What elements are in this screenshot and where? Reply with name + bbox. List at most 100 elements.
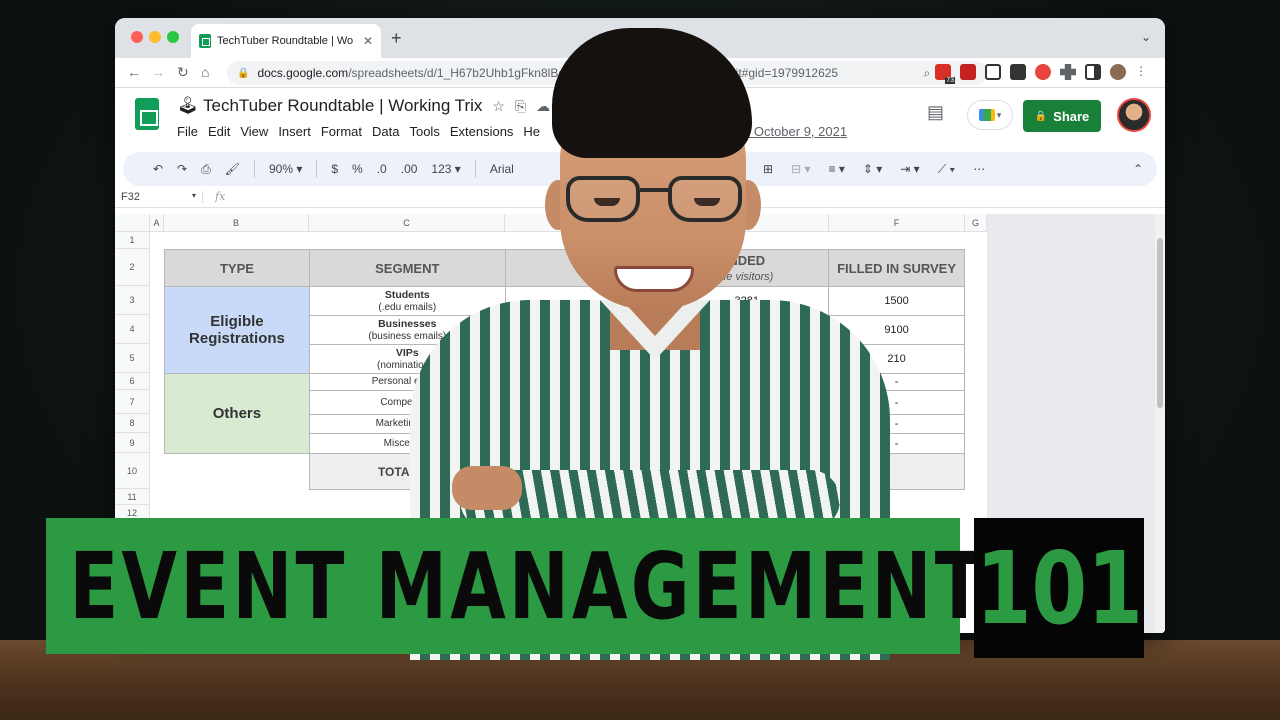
text-rotation-icon[interactable]: ⟋ ▾ [938, 162, 956, 177]
fx-icon: fx [203, 190, 225, 203]
document-title[interactable]: 🕹 TechTuber Roundtable | Working Trix [177, 96, 482, 116]
zoom-select[interactable]: 90% ▾ [269, 162, 302, 176]
move-folder-icon[interactable]: ⎘ [515, 98, 526, 115]
extension-notion-icon[interactable] [985, 64, 1001, 80]
segment-cell[interactable]: Students(.edu emails) [309, 287, 505, 316]
row-header[interactable]: 7 [115, 390, 150, 414]
lock-icon: 🔒 [1035, 111, 1047, 122]
cloud-saved-icon[interactable]: ☁ [536, 98, 550, 115]
menu-insert[interactable]: Insert [278, 124, 311, 139]
survey-cell[interactable]: 1500 [829, 287, 965, 316]
font-select[interactable]: Arial ▾ [490, 162, 570, 176]
share-button[interactable]: 🔒 Share [1023, 100, 1101, 132]
vertical-align-icon[interactable]: ⇕ ▾ [863, 162, 882, 177]
type-others-cell[interactable]: Others [165, 374, 310, 454]
meet-button[interactable]: ▾ [967, 100, 1013, 130]
comment-history-icon[interactable]: ▤ [927, 102, 944, 123]
row-header[interactable]: 10 [115, 453, 150, 489]
more-formats-select[interactable]: 123 ▾ [431, 162, 460, 176]
back-icon[interactable]: ← [127, 64, 141, 80]
menu-extensions[interactable]: Extensions [450, 124, 514, 139]
row-header[interactable]: 8 [115, 414, 150, 433]
forward-icon[interactable]: → [151, 64, 165, 80]
extension-red-icon[interactable]: 73 [935, 64, 951, 80]
tab-search-chevron-icon[interactable]: ⌄ [1141, 30, 1151, 44]
sheets-logo-icon[interactable] [135, 98, 159, 130]
maximize-window-button[interactable] [167, 31, 179, 43]
print-icon[interactable]: ⎙ [201, 162, 211, 177]
name-box[interactable]: F32▾ [115, 191, 203, 203]
sidebar-icon[interactable] [1085, 64, 1101, 80]
undo-icon[interactable]: ↶ [153, 162, 163, 176]
toolbar-divider [316, 160, 317, 178]
document-title-row: 🕹 TechTuber Roundtable | Working Trix ☆ … [177, 96, 550, 116]
column-header-b[interactable]: B [164, 214, 309, 232]
menu-format[interactable]: Format [321, 124, 362, 139]
row-header[interactable]: 6 [115, 373, 150, 390]
account-avatar[interactable] [1117, 98, 1151, 132]
row-header[interactable]: 9 [115, 433, 150, 453]
extension-dark-icon[interactable] [1010, 64, 1026, 80]
row-header[interactable]: 4 [115, 315, 150, 344]
banner-title: EVENT MANAGEMENT [46, 533, 987, 640]
menu-edit[interactable]: Edit [208, 124, 230, 139]
row-header[interactable]: 2 [115, 249, 150, 286]
redo-icon[interactable]: ↷ [177, 162, 187, 176]
type-eligible-cell[interactable]: Eligible Registrations [165, 287, 310, 374]
extension-record-icon[interactable] [1035, 64, 1051, 80]
merge-cells-icon[interactable]: ⊟ ▾ [791, 162, 810, 177]
header-survey[interactable]: FILLED IN SURVEY [829, 250, 965, 287]
header-segment[interactable]: SEGMENT [309, 250, 505, 287]
row-header[interactable]: 1 [115, 232, 150, 249]
scrollbar-thumb[interactable] [1157, 238, 1163, 408]
column-header-g[interactable]: G [965, 214, 987, 232]
chevron-down-icon: ▾ [997, 110, 1002, 121]
text-wrap-icon[interactable]: ⇥ ▾ [900, 162, 919, 177]
reload-icon[interactable]: ↻ [177, 64, 189, 81]
empty-cell [165, 454, 310, 490]
new-tab-button[interactable]: + [391, 28, 402, 49]
zoom-icon[interactable]: ⌕ [923, 66, 930, 81]
close-tab-icon[interactable]: ✕ [363, 34, 373, 48]
row-header[interactable]: 11 [115, 489, 150, 505]
profile-icon[interactable] [1110, 64, 1126, 80]
increase-decimal-button[interactable]: .00 [401, 162, 418, 176]
currency-format-button[interactable]: $ [331, 162, 338, 176]
close-window-button[interactable] [131, 31, 143, 43]
presenter-hand [452, 466, 522, 510]
more-tools-icon[interactable]: ⋯ [973, 162, 985, 177]
row-header[interactable]: 5 [115, 344, 150, 373]
menu-data[interactable]: Data [372, 124, 399, 139]
share-label: Share [1053, 109, 1089, 124]
extension-tb-icon[interactable] [960, 64, 976, 80]
borders-icon[interactable]: ⊞ [763, 162, 773, 177]
browser-menu-icon[interactable]: ⋮ [1135, 64, 1147, 80]
column-header-f[interactable]: F [829, 214, 965, 232]
last-edit-link[interactable]: n October 9, 2021 [743, 124, 847, 139]
tab-title: TechTuber Roundtable | Wo [217, 35, 357, 47]
decrease-decimal-button[interactable]: .0 [377, 162, 387, 176]
table-header-row: TYPE SEGMENT RE NDEDue visitors) FILLED … [165, 250, 965, 287]
column-header-a[interactable]: A [150, 214, 164, 232]
star-icon[interactable]: ☆ [492, 98, 505, 115]
extensions-puzzle-icon[interactable] [1060, 64, 1076, 80]
presenter-smile [614, 266, 694, 292]
paint-format-icon[interactable]: 🖌 [225, 162, 240, 176]
menu-tools[interactable]: Tools [409, 124, 439, 139]
collapse-menus-icon[interactable]: ⌃ [1133, 162, 1143, 176]
row-header[interactable]: 3 [115, 286, 150, 315]
browser-tab[interactable]: TechTuber Roundtable | Wo ✕ [191, 24, 381, 58]
minimize-window-button[interactable] [149, 31, 161, 43]
menu-help[interactable]: He [523, 124, 540, 139]
lock-icon: 🔒 [237, 68, 249, 79]
percent-format-button[interactable]: % [352, 162, 363, 176]
banner-number: 101 [976, 530, 1143, 647]
menu-file[interactable]: File [177, 124, 198, 139]
select-all-corner[interactable] [115, 214, 150, 232]
title-banner: EVENT MANAGEMENT [46, 518, 960, 654]
home-icon[interactable]: ⌂ [201, 64, 209, 80]
menu-view[interactable]: View [240, 124, 268, 139]
header-type[interactable]: TYPE [165, 250, 310, 287]
column-header-c[interactable]: C [309, 214, 505, 232]
horizontal-align-icon[interactable]: ≡ ▾ [828, 162, 844, 177]
